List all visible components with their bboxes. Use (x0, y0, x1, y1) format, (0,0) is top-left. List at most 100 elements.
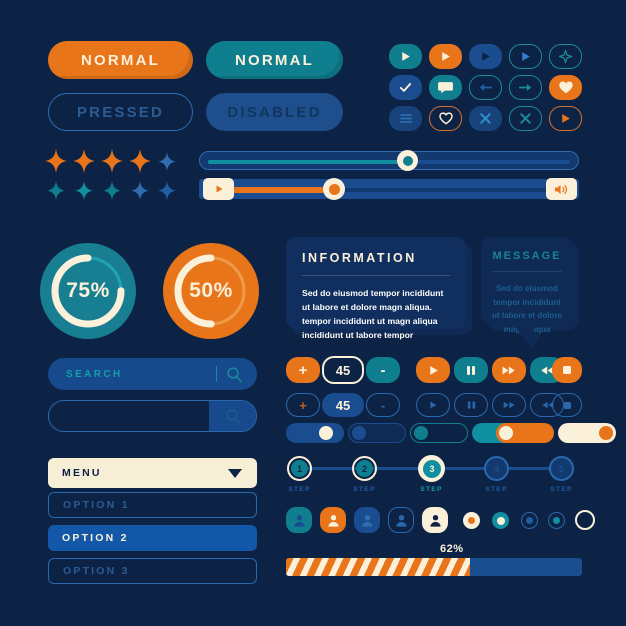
search-icon[interactable] (226, 366, 243, 383)
step-2-node[interactable]: 2 (356, 460, 373, 477)
star-icon (75, 181, 93, 200)
avatar-blue[interactable] (354, 507, 380, 533)
user-icon (429, 514, 441, 527)
volume-icon (555, 184, 567, 194)
pressed-button[interactable]: PRESSED (48, 93, 193, 131)
menu-option-3[interactable]: OPTION 3 (48, 558, 257, 584)
play-icon-button-teal[interactable] (389, 44, 422, 69)
play-icon-button-outline[interactable] (509, 44, 542, 69)
pause-icon (467, 401, 475, 409)
play-icon-button-orange[interactable] (429, 44, 462, 69)
arrow-left-icon-button[interactable] (469, 75, 502, 100)
pressed-button-label: PRESSED (76, 103, 165, 121)
menu-dropdown-label: MENU (62, 467, 102, 479)
check-icon-button[interactable] (389, 75, 422, 100)
close-icon-button-outline[interactable] (509, 106, 542, 131)
step-4-number: 4 (493, 463, 499, 474)
menu-lines-icon-button[interactable] (389, 106, 422, 131)
fast-forward-icon (502, 366, 515, 374)
stepper-value-disabled: 45 (322, 393, 364, 417)
information-panel: INFORMATION Sed do eiusmod tempor incidi… (286, 237, 466, 340)
pause-button[interactable] (454, 357, 488, 383)
step-3-node[interactable]: 3 (423, 460, 441, 478)
slider-orange-knob[interactable] (323, 178, 345, 200)
slider-orange-fill (223, 186, 333, 193)
search-icon[interactable] (225, 408, 242, 425)
chat-bubble-icon-button[interactable] (429, 75, 462, 100)
toggle-blue-on-knob[interactable] (319, 426, 333, 440)
stepper-plus-button[interactable]: + (286, 357, 320, 383)
toggle-cream-orange-knob[interactable] (599, 426, 613, 440)
menu-option-3-label: OPTION 3 (63, 565, 130, 577)
information-panel-title: INFORMATION (302, 251, 417, 265)
radio-cream-orange[interactable] (463, 512, 480, 529)
radio-teal-cream[interactable] (492, 512, 509, 529)
progress-bar-striped[interactable] (286, 558, 582, 576)
check-icon (399, 83, 412, 92)
stop-button[interactable] (552, 357, 582, 383)
toggle-orange-cream-knob-dot[interactable] (499, 426, 513, 440)
play-icon-button-blue[interactable] (469, 44, 502, 69)
toggle-blue-off[interactable] (348, 423, 406, 443)
step-5-caption: STEP (550, 486, 573, 493)
heart-icon-button[interactable] (549, 75, 582, 100)
heart-outline-icon-button[interactable] (429, 106, 462, 131)
toggle-blue-on[interactable] (286, 423, 344, 443)
star-rating-row-teal (40, 178, 180, 207)
search-input-filled[interactable]: SEARCH (48, 358, 257, 390)
avatar-outline[interactable] (388, 507, 414, 533)
disabled-button: DISABLED (206, 93, 343, 131)
avatar-orange[interactable] (320, 507, 346, 533)
heart-icon (558, 81, 573, 94)
play-button-disabled (416, 393, 450, 417)
normal-orange-button[interactable]: NORMAL (48, 41, 193, 79)
menu-option-1[interactable]: OPTION 1 (48, 492, 257, 518)
radio-outline-blue[interactable] (521, 512, 538, 529)
toggle-cream-orange[interactable] (558, 423, 616, 443)
toggle-blue-off-knob[interactable] (352, 426, 366, 440)
slider-volume-cap[interactable] (546, 178, 577, 200)
normal-teal-button-label: NORMAL (234, 51, 315, 69)
stepper-plus-label-disabled: + (299, 397, 307, 413)
avatar-cream[interactable] (422, 507, 448, 533)
step-1-node[interactable]: 1 (291, 460, 308, 477)
menu-dropdown[interactable]: MENU (48, 458, 257, 488)
search-text-field[interactable] (65, 407, 219, 429)
step-5-node[interactable]: 5 (553, 460, 570, 477)
close-icon-button-filled[interactable] (469, 106, 502, 131)
progress-bar-label: 62% (440, 543, 464, 555)
stop-icon (563, 366, 571, 374)
slider-teal-knob[interactable] (397, 150, 418, 171)
arrow-left-icon (479, 83, 493, 92)
toggle-teal-off-knob[interactable] (414, 426, 428, 440)
stepper-value[interactable]: 45 (322, 356, 364, 384)
avatar-teal[interactable] (286, 507, 312, 533)
play-button[interactable] (416, 357, 450, 383)
fast-forward-button[interactable] (492, 357, 526, 383)
step-4-node[interactable]: 4 (488, 460, 505, 477)
menu-option-2[interactable]: OPTION 2 (48, 525, 257, 551)
star-icon (45, 149, 67, 173)
ui-kit-canvas: NORMAL NORMAL PRESSED DISABLED 75% 50% I… (0, 0, 626, 626)
radio-cream-outline[interactable] (575, 510, 595, 530)
chevron-down-icon[interactable] (227, 468, 243, 479)
search-input-empty[interactable] (48, 400, 257, 432)
pause-icon (467, 365, 475, 375)
user-icon (361, 514, 373, 527)
star-icon (73, 149, 95, 173)
arrow-right-icon-button[interactable] (509, 75, 542, 100)
slider-teal-track[interactable] (199, 151, 579, 170)
normal-teal-button[interactable]: NORMAL (206, 41, 343, 79)
toggle-teal-off[interactable] (410, 423, 468, 443)
menu-option-1-label: OPTION 1 (63, 499, 130, 511)
radio-cream-outline-dot (580, 515, 590, 525)
stepper-minus-button[interactable]: - (366, 357, 400, 383)
slider-play-cap[interactable] (203, 178, 234, 200)
information-panel-body: Sed do eiusmod tempor incididunt ut labo… (302, 288, 444, 340)
radio-outline-teal[interactable] (548, 512, 565, 529)
toggle-orange-cream-knob[interactable] (496, 423, 554, 443)
play-icon-button-orange-outline[interactable] (549, 106, 582, 131)
sparkle-icon-button[interactable] (549, 44, 582, 69)
radio-outline-blue-dot (526, 517, 533, 524)
heart-outline-icon (438, 112, 453, 125)
